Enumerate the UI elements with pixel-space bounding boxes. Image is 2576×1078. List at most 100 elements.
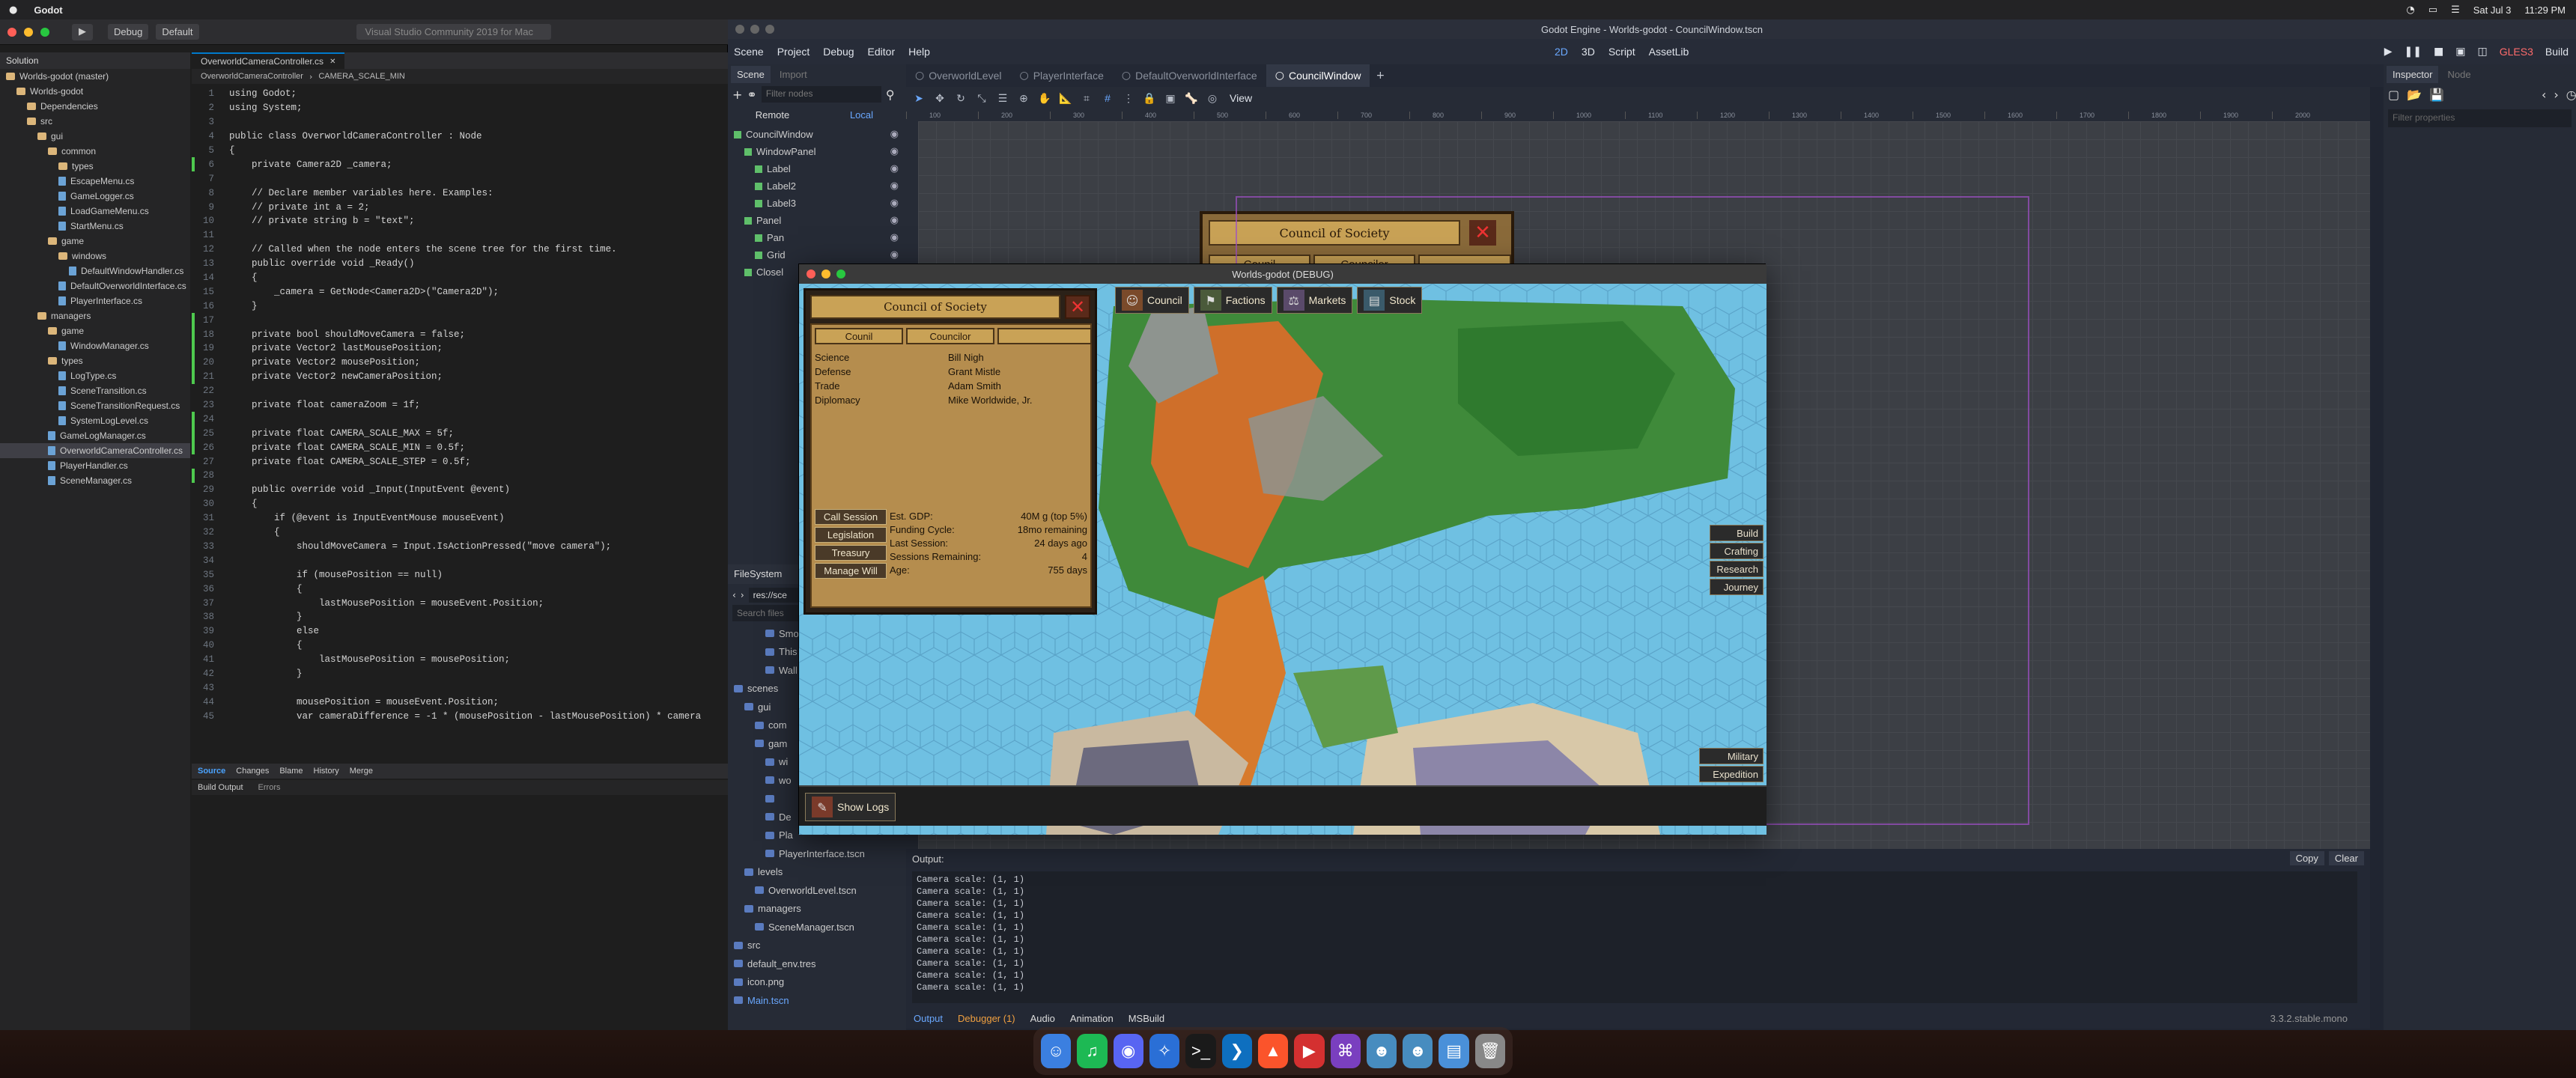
tree-folder[interactable]: windows [0, 249, 190, 264]
search-icon[interactable]: ⚲ [886, 88, 895, 102]
tab-history[interactable]: History [314, 767, 339, 776]
play-scene-icon[interactable]: ▣ [2455, 46, 2465, 58]
play-icon[interactable]: ▶ [2384, 46, 2393, 58]
save-resource-icon[interactable]: 💾 [2429, 88, 2444, 102]
godot-icon[interactable]: ☻ [1366, 1034, 1397, 1068]
clear-button[interactable]: Clear [2328, 851, 2364, 865]
menu-debug[interactable]: Debug [823, 46, 854, 58]
filter-nodes-input[interactable]: Filter nodes [761, 86, 881, 103]
new-scene-tab-icon[interactable]: + [1376, 70, 1385, 82]
apple-icon[interactable]: ● [9, 4, 17, 16]
tree-file[interactable]: SceneManager.cs [0, 473, 190, 488]
camera-icon[interactable]: ◎ [1204, 90, 1221, 106]
config-dropdown[interactable]: Debug [108, 24, 149, 40]
pivot-tool-icon[interactable]: ⊕ [1015, 90, 1032, 106]
tab-errors[interactable]: Errors [258, 783, 281, 792]
journey-button[interactable]: Journey [1710, 579, 1764, 595]
pause-icon[interactable]: ❚❚ [2405, 46, 2422, 58]
workspace-3d[interactable]: 3D [1582, 46, 1595, 58]
crafting-button[interactable]: Crafting [1710, 543, 1764, 559]
scene-node[interactable]: WindowPanel ◉ [728, 143, 906, 160]
visibility-eye-icon[interactable]: ◉ [890, 180, 899, 192]
tree-folder[interactable]: game [0, 234, 190, 249]
fs-item[interactable]: managers [728, 900, 906, 919]
menubar-date[interactable]: Sat Jul 3 [2473, 4, 2512, 16]
history-icon[interactable]: ◷ [2566, 88, 2576, 102]
tree-file[interactable]: GameLogManager.cs [0, 428, 190, 443]
build-button[interactable]: Build [2545, 46, 2569, 58]
tab-audio[interactable]: Audio [1030, 1013, 1055, 1024]
spotify-icon[interactable]: ♫ [1077, 1034, 1108, 1068]
terminal-icon[interactable]: >_ [1185, 1034, 1216, 1068]
bone-icon[interactable]: 🦴 [1183, 90, 1200, 106]
play-custom-scene-icon[interactable]: ◫ [2477, 46, 2487, 58]
zoom-window-button[interactable] [40, 27, 49, 37]
military-button[interactable]: Military [1699, 748, 1764, 764]
fs-item[interactable]: src [728, 937, 906, 955]
finder-icon[interactable]: ☺ [1041, 1034, 1072, 1068]
tab-import[interactable]: Import [774, 66, 813, 83]
close-tab-icon[interactable]: ✕ [329, 58, 335, 66]
scene-tab[interactable]: ○ CouncilWindow [1266, 64, 1370, 87]
tab-output[interactable]: Output [914, 1013, 943, 1024]
council-action-button[interactable]: Call Session [815, 509, 887, 525]
tree-folder[interactable]: types [0, 353, 190, 368]
visibility-eye-icon[interactable]: ◉ [890, 249, 899, 261]
scene-node[interactable]: Label3 ◉ [728, 195, 906, 212]
council-action-button[interactable]: Treasury [815, 545, 887, 561]
scene-node[interactable]: CouncilWindow ◉ [728, 126, 906, 143]
history-back-icon[interactable]: ‹ [2542, 88, 2546, 102]
tree-file[interactable]: LogType.cs [0, 368, 190, 383]
fs-item[interactable]: Main.tscn [728, 991, 906, 1010]
show-logs-button[interactable]: ✎ Show Logs [805, 793, 896, 821]
move-tool-icon[interactable]: ✥ [932, 90, 948, 106]
scene-tab[interactable]: ○ OverworldLevel [906, 64, 1010, 87]
fs-item[interactable]: SceneManager.tscn [728, 918, 906, 937]
editor-tab[interactable]: OverworldCameraController.cs ✕ [192, 52, 345, 69]
vs-search-field[interactable]: Visual Studio Community 2019 for Mac [356, 24, 551, 40]
council-action-button[interactable]: Legislation [815, 527, 887, 543]
more-icon[interactable]: ⋮ [1120, 90, 1137, 106]
menu-project[interactable]: Project [777, 46, 810, 58]
fs-item[interactable]: icon.png [728, 973, 906, 992]
tree-file[interactable]: DefaultOverworldInterface.cs [0, 278, 190, 293]
tree-file[interactable]: GameLogger.cs [0, 189, 190, 204]
scene-tab[interactable]: ○ DefaultOverworldInterface [1113, 64, 1266, 87]
lock-icon[interactable]: 🔒 [1141, 90, 1158, 106]
history-forward-icon[interactable]: › [2554, 88, 2558, 102]
code-area[interactable]: 1 using Godot; 2 using System; 3 4 public clas… [192, 87, 728, 761]
tree-folder[interactable]: game [0, 323, 190, 338]
scale-tool-icon[interactable]: ⤡ [973, 90, 990, 106]
downloads-folder-icon[interactable]: ▤ [1439, 1034, 1469, 1068]
scene-node[interactable]: Label2 ◉ [728, 177, 906, 195]
snap-icon[interactable]: ⌗ [1078, 90, 1095, 106]
stop-icon[interactable]: ■ [2434, 46, 2443, 58]
tab-msbuild[interactable]: MSBuild [1128, 1013, 1164, 1024]
workspace-script[interactable]: Script [1609, 46, 1635, 58]
remote-button[interactable]: Remote [728, 109, 817, 121]
visibility-eye-icon[interactable]: ◉ [890, 129, 899, 140]
pan-tool-icon[interactable]: ✋ [1036, 90, 1053, 106]
copy-button[interactable]: Copy [2289, 851, 2324, 865]
scene-node[interactable]: Label ◉ [728, 160, 906, 177]
tree-file[interactable]: SystemLogLevel.cs [0, 413, 190, 428]
visibility-eye-icon[interactable]: ◉ [890, 232, 899, 243]
target-dropdown[interactable]: Default [156, 24, 199, 40]
council-member-row[interactable]: Science Bill Nigh [815, 350, 1089, 365]
tree-file[interactable]: WindowManager.cs [0, 338, 190, 353]
tree-folder[interactable]: Worlds-godot [0, 84, 190, 99]
tree-folder[interactable]: Worlds-godot (master) [0, 69, 190, 84]
tab-node[interactable]: Node [2441, 66, 2476, 83]
add-node-icon[interactable]: + [732, 88, 742, 102]
tree-file[interactable]: StartMenu.cs [0, 219, 190, 234]
close-icon[interactable]: ✕ [1065, 295, 1090, 319]
tree-folder[interactable]: types [0, 159, 190, 174]
tab-changes[interactable]: Changes [236, 767, 269, 776]
tree-folder[interactable]: common [0, 144, 190, 159]
local-button[interactable]: Local [817, 109, 906, 121]
brave-icon[interactable]: ▲ [1257, 1034, 1289, 1068]
menu-scene[interactable]: Scene [734, 46, 764, 58]
visual-studio-icon[interactable]: ⌘ [1330, 1034, 1361, 1068]
tree-folder[interactable]: managers [0, 308, 190, 323]
control-center-icon[interactable]: ☰ [2451, 4, 2460, 16]
